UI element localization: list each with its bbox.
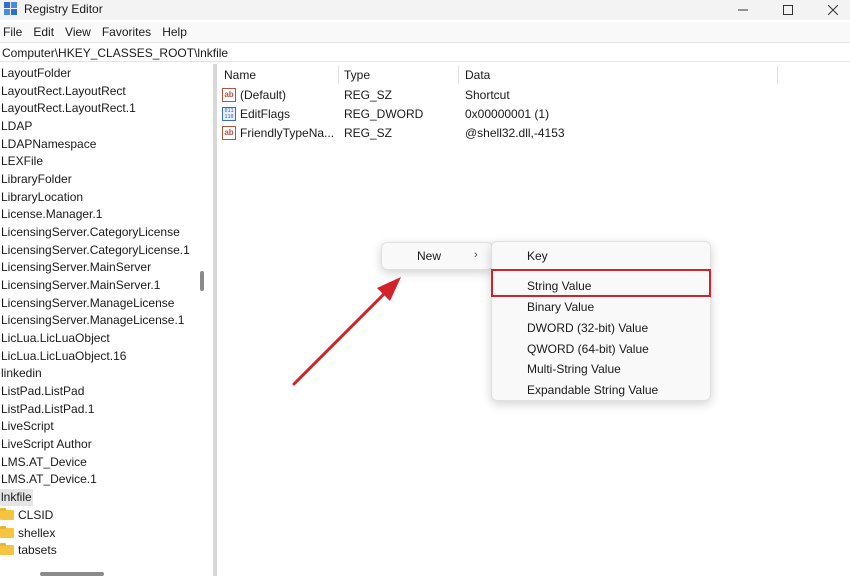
string-value-icon: ab [222, 88, 236, 102]
value-row[interactable]: ab FriendlyTypeNa... REG_SZ @shell32.dll… [217, 124, 777, 143]
registry-editor-icon [4, 2, 17, 15]
value-data: @shell32.dll,-4153 [465, 126, 565, 140]
tree-item[interactable]: LiveScript Author [0, 436, 92, 453]
close-icon [828, 5, 838, 15]
tree-item[interactable]: ListPad.ListPad.1 [0, 401, 94, 418]
folder-icon [0, 543, 14, 555]
tree-item[interactable]: LicLua.LicLuaObject.16 [0, 348, 126, 365]
tree-item[interactable]: LDAP [0, 118, 32, 135]
submenu-item-label: Multi-String Value [527, 362, 621, 376]
address-bar [0, 42, 850, 62]
menu-help[interactable]: Help [158, 22, 194, 42]
maximize-icon [783, 5, 793, 15]
tree-child-label: shellex [18, 526, 56, 540]
submenu-item-expandable-string-value[interactable]: Expandable String Value [492, 380, 710, 400]
tree-item[interactable]: LayoutFolder [0, 65, 71, 82]
column-divider[interactable] [338, 66, 339, 84]
submenu-item-label: Key [527, 249, 548, 263]
tree-item[interactable]: ListPad.ListPad [0, 383, 84, 400]
submenu-item-binary-value[interactable]: Binary Value [492, 297, 710, 317]
submenu-item-label: DWORD (32-bit) Value [527, 321, 649, 335]
annotation-arrow-icon [292, 277, 401, 386]
window-title: Registry Editor [24, 2, 103, 16]
tree-item[interactable]: LibraryFolder [0, 171, 72, 188]
tree-item[interactable]: LibraryLocation [0, 189, 83, 206]
value-data: 0x00000001 (1) [465, 107, 550, 121]
column-header-data[interactable]: Data [465, 68, 490, 84]
submenu-item-qword-value[interactable]: QWORD (64-bit) Value [492, 339, 710, 359]
tree-item[interactable]: LicensingServer.MainServer.1 [0, 277, 160, 294]
maximize-button[interactable] [765, 0, 811, 20]
address-input[interactable] [2, 45, 842, 60]
value-name: FriendlyTypeNa... [240, 126, 335, 140]
tree-item[interactable]: LiveScript [0, 418, 54, 435]
value-row[interactable]: 011 110 EditFlags REG_DWORD 0x00000001 (1… [217, 105, 777, 124]
string-value-icon: ab [222, 126, 236, 140]
minimize-icon [738, 9, 748, 11]
tree-item[interactable]: LicensingServer.ManageLicense.1 [0, 312, 184, 329]
menu-view[interactable]: View [61, 22, 98, 42]
tree-child-label: CLSID [18, 508, 54, 522]
tree-child-item[interactable]: tabsets [0, 542, 57, 559]
menu-file[interactable]: File [0, 22, 29, 42]
menu-edit[interactable]: Edit [29, 22, 61, 42]
folder-icon [0, 526, 14, 538]
value-row[interactable]: ab (Default) REG_SZ Shortcut [217, 86, 777, 105]
tree-item[interactable]: LayoutRect.LayoutRect.1 [0, 100, 136, 117]
value-type: REG_SZ [344, 88, 393, 102]
column-divider[interactable] [777, 66, 778, 84]
close-button[interactable] [810, 0, 850, 20]
submenu-item-label: Expandable String Value [527, 383, 659, 397]
tree-item[interactable]: LicensingServer.MainServer [0, 259, 151, 276]
column-header-type[interactable]: Type [344, 68, 370, 84]
menu-item-new-label: New [417, 249, 442, 263]
submenu-item-label: Binary Value [527, 300, 595, 314]
tree-item[interactable]: LEXFile [0, 153, 43, 170]
menu-bar: File Edit View Favorites Help [0, 22, 850, 42]
key-tree: LayoutFolder LayoutRect.LayoutRect Layou… [0, 64, 208, 576]
annotation-highlight-box [491, 269, 711, 297]
tree-item[interactable]: LicensingServer.CategoryLicense.1 [0, 242, 190, 259]
tree-child-label: tabsets [18, 543, 57, 557]
value-type: REG_SZ [344, 126, 393, 140]
menu-favorites[interactable]: Favorites [98, 22, 158, 42]
chevron-right-icon: › [474, 249, 478, 261]
tree-item[interactable]: LicensingServer.ManageLicense [0, 295, 174, 312]
tree-item[interactable]: LicensingServer.CategoryLicense [0, 224, 180, 241]
tree-item[interactable]: LMS.AT_Device [0, 454, 87, 471]
column-divider[interactable] [458, 66, 459, 84]
binary-value-icon: 011 110 [222, 107, 236, 121]
tree-child-item[interactable]: shellex [0, 525, 55, 542]
submenu-item-key[interactable]: Key [492, 246, 710, 266]
title-bar: Registry Editor [0, 0, 850, 20]
minimize-button[interactable] [720, 0, 766, 20]
value-name: (Default) [240, 88, 287, 102]
column-header-name[interactable]: Name [224, 68, 256, 84]
tree-item[interactable]: LicLua.LicLuaObject [0, 330, 110, 347]
value-name: EditFlags [240, 107, 291, 121]
submenu-item-dword-value[interactable]: DWORD (32-bit) Value [492, 318, 710, 338]
submenu-item-multi-string-value[interactable]: Multi-String Value [492, 359, 710, 379]
tree-item[interactable]: License.Manager.1 [0, 206, 102, 223]
tree-child-item[interactable]: CLSID [0, 507, 53, 524]
tree-item[interactable]: LayoutRect.LayoutRect [0, 83, 126, 100]
value-data: Shortcut [465, 88, 510, 102]
tree-item[interactable]: LDAPNamespace [0, 136, 96, 153]
tree-item-selected[interactable]: lnkfile [0, 489, 33, 506]
tree-item[interactable]: linkedin [0, 365, 42, 382]
new-submenu: Key String Value Binary Value DWORD (32-… [491, 241, 711, 401]
tree-horizontal-scrollbar-thumb[interactable] [40, 572, 104, 576]
tree-scrollbar-thumb[interactable] [200, 271, 204, 291]
value-type: REG_DWORD [344, 107, 424, 121]
tree-item[interactable]: LMS.AT_Device.1 [0, 471, 97, 488]
submenu-item-label: QWORD (64-bit) Value [527, 342, 649, 356]
folder-icon [0, 508, 14, 520]
